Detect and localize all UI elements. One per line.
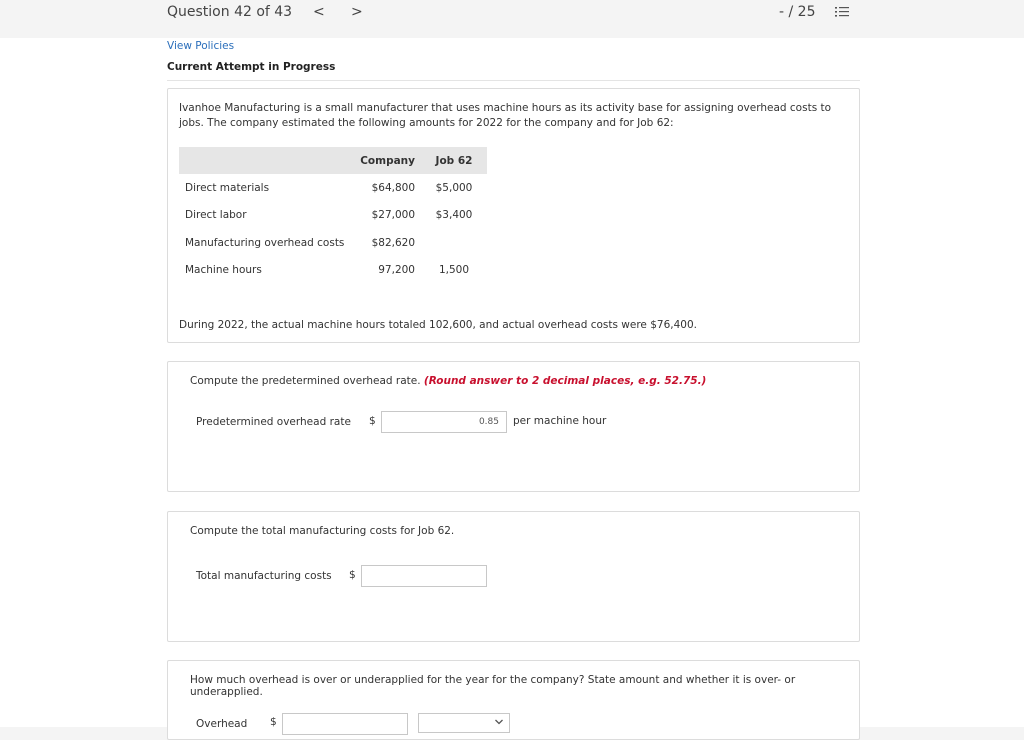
table-row: Machine hours 97,200 1,500 xyxy=(179,257,487,285)
table-header-row: Company Job 62 xyxy=(179,147,487,174)
question-prompt: How much overhead is over or underapplie… xyxy=(190,674,796,698)
total-costs-input[interactable] xyxy=(361,565,487,587)
table-row: Manufacturing overhead costs $82,620 xyxy=(179,229,487,257)
estimates-table: Company Job 62 Direct materials $64,800 … xyxy=(179,147,487,284)
overhead-rate-input[interactable] xyxy=(381,411,507,433)
company-value: $27,000 xyxy=(371,209,415,222)
question-prompt: Compute the predetermined overhead rate.… xyxy=(190,375,706,387)
row-label: Direct materials xyxy=(185,181,270,194)
question-card-total-costs: Compute the total manufacturing costs fo… xyxy=(167,511,860,642)
attempt-status: Current Attempt in Progress xyxy=(167,61,336,73)
overhead-amount-input[interactable] xyxy=(282,713,408,735)
unit-label: per machine hour xyxy=(513,415,607,427)
over-under-select[interactable] xyxy=(418,713,510,733)
currency-symbol: $ xyxy=(369,415,376,427)
question-page: View Policies Current Attempt in Progres… xyxy=(0,38,1024,740)
problem-card: Ivanhoe Manufacturing is a small manufac… xyxy=(167,88,860,343)
job-value xyxy=(421,229,487,257)
total-costs-label: Total manufacturing costs xyxy=(196,570,332,582)
actual-results-text: During 2022, the actual machine hours to… xyxy=(179,319,697,331)
table-row: Direct labor $27,000 $3,400 xyxy=(179,202,487,230)
chevron-left-icon[interactable]: < xyxy=(313,4,325,20)
company-value: 97,200 xyxy=(378,264,415,277)
row-label: Machine hours xyxy=(185,264,262,277)
company-value: $64,800 xyxy=(371,181,415,194)
prompt-text: Compute the predetermined overhead rate. xyxy=(190,375,421,387)
question-counter: Question 42 of 43 xyxy=(167,4,293,20)
job-value: $5,000 xyxy=(435,181,473,194)
score-display: - / 25 xyxy=(779,4,816,20)
column-header: Job 62 xyxy=(421,147,487,174)
chevron-down-icon xyxy=(495,719,503,725)
question-prompt: Compute the total manufacturing costs fo… xyxy=(190,525,455,537)
problem-intro: Ivanhoe Manufacturing is a small manufac… xyxy=(179,102,832,129)
job-value: 1,500 xyxy=(438,264,470,277)
currency-symbol: $ xyxy=(349,569,356,581)
overhead-rate-label: Predetermined overhead rate xyxy=(196,416,351,428)
overhead-label: Overhead xyxy=(196,718,248,730)
row-label: Manufacturing overhead costs xyxy=(185,236,345,249)
column-header xyxy=(179,147,349,174)
question-card-overhead-rate: Compute the predetermined overhead rate.… xyxy=(167,361,860,492)
divider xyxy=(167,80,860,81)
company-value: $82,620 xyxy=(371,236,415,249)
top-bar: Question 42 of 43 < > - / 25 xyxy=(0,0,1024,38)
column-header: Company xyxy=(349,147,421,174)
rounding-hint: (Round answer to 2 decimal places, e.g. … xyxy=(423,375,707,387)
currency-symbol: $ xyxy=(270,716,277,728)
job-value: $3,400 xyxy=(435,209,473,222)
row-label: Direct labor xyxy=(185,209,247,222)
table-row: Direct materials $64,800 $5,000 xyxy=(179,174,487,202)
question-card-overhead-applied: How much overhead is over or underapplie… xyxy=(167,660,860,740)
view-policies-link[interactable]: View Policies xyxy=(167,40,234,52)
list-icon[interactable] xyxy=(834,4,850,20)
chevron-right-icon[interactable]: > xyxy=(351,4,363,20)
